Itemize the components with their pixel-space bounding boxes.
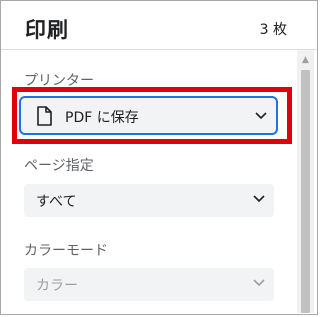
printer-value: PDF に保存 — [65, 110, 139, 126]
document-icon — [37, 106, 52, 126]
pages-select[interactable]: すべて — [24, 184, 274, 217]
dialog-title: 印刷 — [25, 18, 69, 42]
chevron-down-icon — [255, 112, 267, 120]
scroll-thumb[interactable] — [301, 70, 310, 313]
color-mode-select[interactable]: カラー — [24, 268, 274, 301]
pages-value: すべて — [36, 194, 77, 210]
pages-label: ページ指定 — [24, 158, 94, 174]
dialog-header: 印刷 3 枚 — [1, 1, 317, 50]
color-mode-value: カラー — [36, 278, 78, 294]
vertical-scrollbar[interactable]: ▲ — [297, 50, 314, 313]
chevron-down-icon — [253, 195, 265, 203]
color-mode-label: カラーモード — [24, 243, 108, 259]
chevron-down-icon — [253, 279, 265, 287]
sheet-count: 3 枚 — [259, 22, 287, 38]
scroll-up-arrow-icon[interactable]: ▲ — [297, 54, 314, 66]
printer-select[interactable]: PDF に保存 — [19, 96, 278, 135]
